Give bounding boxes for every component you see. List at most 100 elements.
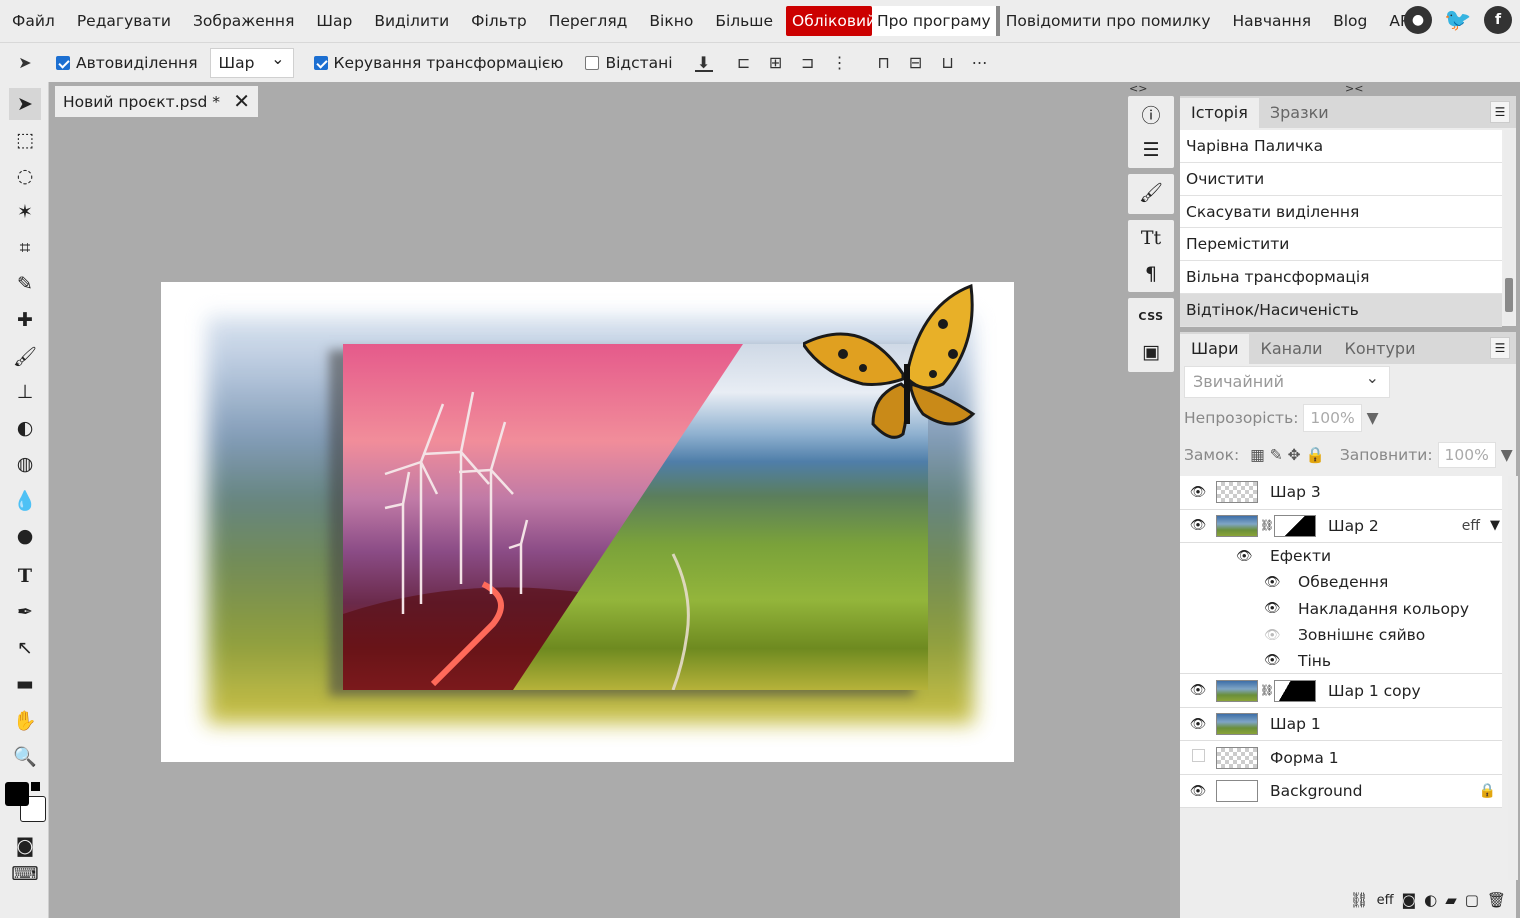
visibility-eye-icon[interactable]: 👁 [1264, 628, 1288, 643]
menu-filter[interactable]: Фільтр [460, 0, 538, 42]
panel-menu-icon[interactable]: ☰ [1490, 101, 1510, 123]
visibility-eye-icon[interactable]: 👁 [1236, 549, 1260, 564]
distances-checkbox[interactable] [585, 55, 600, 70]
auto-select-checkbox[interactable] [56, 55, 70, 70]
layer-row[interactable]: Форма 1 [1180, 741, 1502, 775]
paint-bucket-icon[interactable]: ◍ [9, 448, 41, 480]
css-icon[interactable]: CSS [1128, 298, 1174, 334]
type-tool-icon[interactable]: T [9, 560, 41, 592]
blend-mode-select[interactable]: Звичайний [1184, 363, 1390, 398]
history-scroll-thumb[interactable] [1505, 278, 1513, 312]
lasso-tool-icon[interactable]: ◌ [9, 160, 41, 192]
mask-link-icon[interactable]: ⛓ [1260, 684, 1274, 697]
move-tool-icon[interactable]: ➤ [9, 88, 41, 120]
distribute-v-icon[interactable]: ⋯ [971, 53, 989, 72]
menu-report-bug[interactable]: Повідомити про помилку [1000, 0, 1222, 42]
visibility-eye-icon[interactable]: 👁 [1264, 653, 1288, 668]
layer-row[interactable]: 👁 Background 🔒 [1180, 774, 1502, 809]
info-icon[interactable]: ⓘ [1128, 96, 1174, 132]
adjustments-icon[interactable]: ☰ [1128, 132, 1174, 168]
opacity-input[interactable]: 100% [1303, 404, 1362, 432]
mask-link-icon[interactable]: ⛓ [1260, 519, 1274, 532]
effect-row[interactable]: 👁 Накладання кольору [1180, 595, 1502, 622]
tab-layers[interactable]: Шари [1180, 334, 1250, 364]
history-item[interactable]: Очистити [1180, 162, 1502, 196]
effects-group-row[interactable]: 👁 Ефекти [1180, 543, 1502, 570]
healing-brush-icon[interactable]: ✚ [9, 304, 41, 336]
menu-select[interactable]: Виділити [363, 0, 460, 42]
menu-image[interactable]: Зображення [182, 0, 305, 42]
align-center-h-icon[interactable]: ⊞ [767, 53, 785, 72]
path-select-icon[interactable]: ↖ [9, 632, 41, 664]
collapse-left-icon[interactable]: <> [1129, 82, 1147, 95]
add-mask-icon[interactable]: ◙ [1402, 891, 1417, 909]
visibility-eye-icon[interactable]: 👁 [1264, 575, 1288, 590]
fill-input[interactable]: 100% [1437, 442, 1496, 468]
layer-effects-icon[interactable]: eff [1377, 893, 1394, 908]
keyboard-icon[interactable]: ⌨ [9, 858, 41, 890]
menu-window[interactable]: Вікно [638, 0, 704, 42]
effect-row[interactable]: 👁 Обведення [1180, 569, 1502, 596]
menu-view[interactable]: Перегляд [538, 0, 639, 42]
effect-row[interactable]: 👁 Зовнішнє сяйво [1180, 621, 1502, 649]
character-icon[interactable]: Tt [1128, 220, 1174, 256]
crop-tool-icon[interactable]: ⌗ [9, 232, 41, 264]
lock-transparency-icon[interactable]: ▦ [1250, 446, 1265, 464]
new-group-icon[interactable]: ▰ [1445, 891, 1457, 909]
visibility-eye-icon[interactable]: 👁 [1180, 784, 1216, 799]
align-left-icon[interactable]: ⊏ [735, 53, 753, 72]
lock-move-icon[interactable]: ✥ [1288, 446, 1301, 464]
tab-swatches[interactable]: Зразки [1259, 98, 1340, 128]
facebook-icon[interactable]: f [1484, 6, 1512, 34]
lock-all-icon[interactable]: 🔒 [1306, 446, 1325, 464]
menu-layer[interactable]: Шар [305, 0, 363, 42]
marquee-tool-icon[interactable]: ⬚ [9, 124, 41, 156]
distribute-h-icon[interactable]: ⋮ [831, 53, 849, 72]
fill-dropdown-icon[interactable]: ▼ [1501, 446, 1513, 464]
canvas[interactable] [161, 282, 1014, 762]
account-button[interactable]: Обліковий [786, 6, 873, 36]
new-layer-icon[interactable]: ▢ [1465, 891, 1479, 909]
history-item[interactable]: Чарівна Паличка [1180, 130, 1502, 163]
align-right-icon[interactable]: ⊐ [799, 53, 817, 72]
paragraph-icon[interactable]: ¶ [1128, 256, 1174, 292]
dodge-tool-icon[interactable]: ● [9, 520, 41, 552]
history-item[interactable]: Перемістити [1180, 228, 1502, 262]
tab-channels[interactable]: Канали [1249, 334, 1333, 364]
visibility-eye-icon[interactable]: 👁 [1264, 601, 1288, 616]
history-item-current[interactable]: Відтінок/Насиченість [1180, 293, 1502, 327]
layer-row[interactable]: 👁 ⛓ Шар 1 copy [1180, 674, 1502, 708]
image-icon[interactable]: ▣ [1128, 334, 1174, 370]
menu-about[interactable]: Про програму [872, 6, 1000, 36]
visibility-eye-icon[interactable]: 👁 [1180, 717, 1216, 732]
hand-tool-icon[interactable]: ✋ [9, 704, 41, 736]
auto-select-target-select[interactable]: Шар [209, 45, 294, 78]
history-scrollbar[interactable] [1504, 130, 1514, 324]
effects-expand-icon[interactable]: ▼ [1490, 518, 1500, 533]
lock-paint-icon[interactable]: ✎ [1270, 446, 1283, 464]
close-icon[interactable]: ✕ [233, 89, 250, 113]
brush-settings-icon[interactable]: 🖌 [1128, 174, 1174, 210]
reddit-icon[interactable]: ● [1404, 6, 1432, 34]
adjustment-layer-icon[interactable]: ◐ [1424, 891, 1437, 909]
opacity-dropdown-icon[interactable]: ▼ [1367, 409, 1379, 427]
effect-row[interactable]: 👁 Тінь [1180, 648, 1502, 675]
align-bottom-icon[interactable]: ⊔ [939, 53, 957, 72]
move-tool-icon[interactable]: ➤ [16, 53, 34, 72]
menu-learn[interactable]: Навчання [1222, 0, 1323, 42]
rectangle-tool-icon[interactable]: ▬ [9, 668, 41, 700]
visibility-eye-icon[interactable]: 👁 [1180, 485, 1216, 500]
clone-stamp-icon[interactable]: ⊥ [9, 376, 41, 408]
layer-row[interactable]: 👁 ⛓ Шар 2 eff ▼ [1180, 509, 1502, 543]
menu-blog[interactable]: Blog [1322, 0, 1378, 42]
transform-controls-checkbox[interactable] [313, 55, 328, 70]
pen-tool-icon[interactable]: ✒ [9, 596, 41, 628]
blur-tool-icon[interactable]: 💧 [9, 484, 41, 516]
magic-wand-icon[interactable]: ✶ [9, 196, 41, 228]
align-middle-v-icon[interactable]: ⊟ [907, 53, 925, 72]
swap-colors-icon[interactable] [31, 782, 40, 791]
effects-badge[interactable]: eff [1462, 518, 1480, 534]
menu-edit[interactable]: Редагувати [66, 0, 182, 42]
history-item[interactable]: Скасувати виділення [1180, 195, 1502, 229]
document-tab[interactable]: Новий проєкт.psd * ✕ [55, 86, 258, 117]
